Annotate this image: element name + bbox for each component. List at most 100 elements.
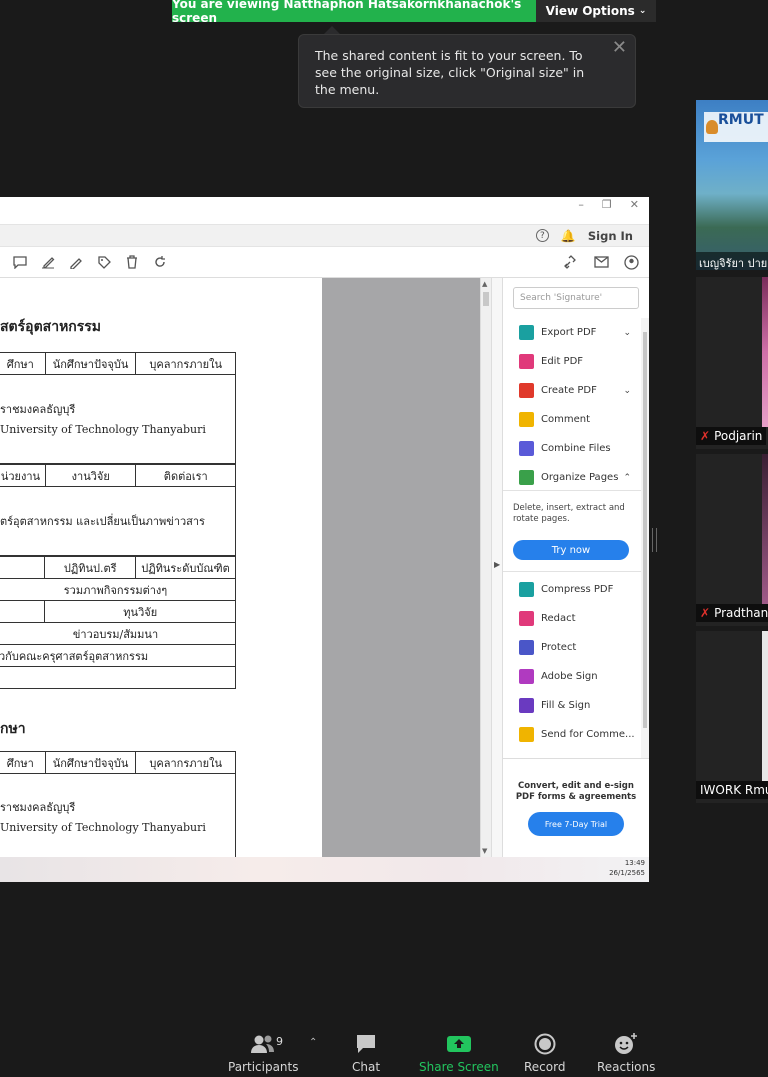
- tool-label: Redact: [541, 613, 576, 624]
- participants-button[interactable]: Participants: [228, 1032, 299, 1074]
- help-icon[interactable]: ?: [535, 229, 549, 242]
- edit-pdf-icon: [519, 354, 534, 369]
- minimize-icon[interactable]: –: [578, 198, 584, 211]
- highlight-icon[interactable]: [40, 254, 56, 270]
- compress-pdf-icon: [519, 582, 534, 597]
- doc-cell: ข่าวอบรม/สัมมนา: [0, 622, 236, 645]
- tool-redact[interactable]: Redact: [503, 604, 641, 633]
- participant-name: IWORK Rmu: [700, 783, 768, 797]
- close-window-icon[interactable]: ✕: [630, 198, 639, 211]
- participant-tile[interactable]: ✗ Pradthana: [696, 454, 768, 626]
- chevron-down-icon[interactable]: ⌄: [623, 328, 631, 338]
- chat-icon: [355, 1032, 377, 1056]
- tool-label: Edit PDF: [541, 356, 584, 367]
- combine-files-icon: [519, 441, 534, 456]
- fit-screen-tooltip: The shared content is fit to your screen…: [298, 34, 636, 108]
- tool-organize-pages[interactable]: Organize Pages ⌃: [503, 463, 641, 492]
- view-options-label: View Options: [545, 4, 635, 18]
- create-pdf-icon: [519, 383, 534, 398]
- doc-text: University of Technology Thanyaburi: [0, 821, 206, 834]
- tooltip-text: The shared content is fit to your screen…: [315, 48, 585, 97]
- draw-icon[interactable]: [68, 254, 84, 270]
- share-screen-button[interactable]: Share Screen: [419, 1032, 499, 1074]
- share-person-icon[interactable]: [623, 254, 639, 270]
- doc-cell: ทุนวิจัย: [44, 600, 236, 623]
- scroll-down-icon[interactable]: ▼: [482, 847, 487, 855]
- doc-cell: วกับคณะครุศาสตร์อุตสาหกรรม: [0, 644, 236, 667]
- try-now-button[interactable]: Try now: [513, 540, 629, 560]
- link-icon[interactable]: [563, 254, 579, 270]
- record-button[interactable]: Record: [524, 1032, 565, 1074]
- tool-label: Protect: [541, 642, 577, 653]
- bell-icon[interactable]: 🔔: [561, 229, 576, 243]
- reactions-button[interactable]: Reactions: [597, 1032, 655, 1074]
- scroll-up-icon[interactable]: ▲: [482, 280, 487, 288]
- tools-scrollbar[interactable]: [641, 318, 649, 758]
- divider: [503, 490, 641, 491]
- doc-cell: ติดต่อเรา: [135, 464, 236, 487]
- muted-mic-icon: ✗: [700, 606, 711, 620]
- doc-cell: บุคลากรภายใน: [135, 352, 236, 375]
- scroll-thumb[interactable]: [483, 292, 489, 306]
- viewing-banner: You are viewing Natthaphon Hatsakornkhan…: [172, 0, 536, 25]
- tool-edit-pdf[interactable]: Edit PDF: [503, 347, 641, 376]
- participant-name: Pradthana: [714, 606, 768, 620]
- trash-icon[interactable]: [124, 254, 140, 270]
- tool-compress-pdf[interactable]: Compress PDF: [503, 575, 641, 604]
- sign-in-button[interactable]: Sign In: [588, 229, 633, 243]
- organize-description: Delete, insert, extract and rotate pages…: [513, 503, 625, 524]
- chevron-up-icon[interactable]: ⌃: [623, 473, 631, 483]
- participant-tile[interactable]: RMUT เบญจิรัยา ปาย: [696, 100, 768, 270]
- close-icon[interactable]: ✕: [612, 39, 627, 57]
- doc-cell: บุคลากรภายใน: [135, 751, 236, 774]
- share-screen-label: Share Screen: [419, 1060, 499, 1074]
- tools-search-input[interactable]: Search 'Signature': [513, 287, 639, 309]
- video-feed: [762, 631, 768, 781]
- video-feed: [762, 454, 768, 604]
- tool-label: Organize Pages: [541, 472, 619, 483]
- tool-combine-files[interactable]: Combine Files: [503, 434, 641, 463]
- mail-icon[interactable]: [593, 254, 609, 270]
- reactions-icon: [614, 1032, 638, 1056]
- restore-icon[interactable]: ❐: [602, 198, 612, 211]
- comment-icon[interactable]: [12, 254, 28, 270]
- scroll-thumb[interactable]: [643, 332, 647, 728]
- tool-export-pdf[interactable]: Export PDF ⌄: [503, 318, 641, 347]
- document-background: [322, 278, 480, 857]
- acrobat-menubar: ? 🔔 Sign In: [0, 224, 649, 247]
- stamp-icon[interactable]: [96, 254, 112, 270]
- tool-label: Comment: [541, 414, 590, 425]
- tool-fill-sign[interactable]: Fill & Sign: [503, 691, 641, 720]
- fill-sign-icon: [519, 698, 534, 713]
- doc-menu-table-4: ศึกษา นักศึกษาปัจจุบัน บุคลากรภายใน: [0, 751, 236, 774]
- chevron-right-icon[interactable]: ▶: [494, 560, 500, 569]
- chat-button[interactable]: Chat: [352, 1032, 380, 1074]
- split-resize-handle[interactable]: [652, 528, 657, 552]
- tool-adobe-sign[interactable]: Adobe Sign: [503, 662, 641, 691]
- doc-text: ราชมงคลธัญบุรี: [0, 801, 76, 814]
- tool-send-for-comment[interactable]: Send for Comme...: [503, 720, 641, 749]
- export-pdf-icon: [519, 325, 534, 340]
- participant-tile[interactable]: IWORK Rmu: [696, 631, 768, 803]
- doc-cell: [0, 556, 46, 579]
- tool-label: Send for Comme...: [541, 729, 635, 740]
- doc-cell: นักศึกษาปัจจุบัน: [44, 352, 137, 375]
- meeting-controls: Participants Chat Share Screen Record Re…: [0, 1026, 768, 1077]
- tool-create-pdf[interactable]: Create PDF ⌄: [503, 376, 641, 405]
- shared-screen: – ❐ ✕ ? 🔔 Sign In สตร์อุตสาหกรรม ศึกษา น…: [0, 197, 649, 882]
- tool-protect[interactable]: Protect: [503, 633, 641, 662]
- doc-text: ราชมงคลธัญบุรี: [0, 403, 76, 416]
- chevron-down-icon[interactable]: ⌄: [623, 386, 631, 396]
- collapse-pane-handle[interactable]: ▶: [491, 278, 503, 857]
- participants-icon: [250, 1032, 276, 1056]
- doc-cell: ศึกษา: [0, 751, 46, 774]
- document-scrollbar[interactable]: ▲ ▼: [480, 278, 491, 857]
- participant-tile[interactable]: ✗ Podjarin: [696, 277, 768, 449]
- rotate-icon[interactable]: [152, 254, 168, 270]
- chevron-up-icon[interactable]: ⌃: [309, 1037, 317, 1048]
- tool-comment[interactable]: Comment: [503, 405, 641, 434]
- promo-panel: Convert, edit and e-sign PDF forms & agr…: [503, 758, 649, 857]
- tool-label: Compress PDF: [541, 584, 614, 595]
- view-options-button[interactable]: View Options ⌄: [536, 0, 656, 22]
- free-trial-button[interactable]: Free 7-Day Trial: [528, 812, 624, 836]
